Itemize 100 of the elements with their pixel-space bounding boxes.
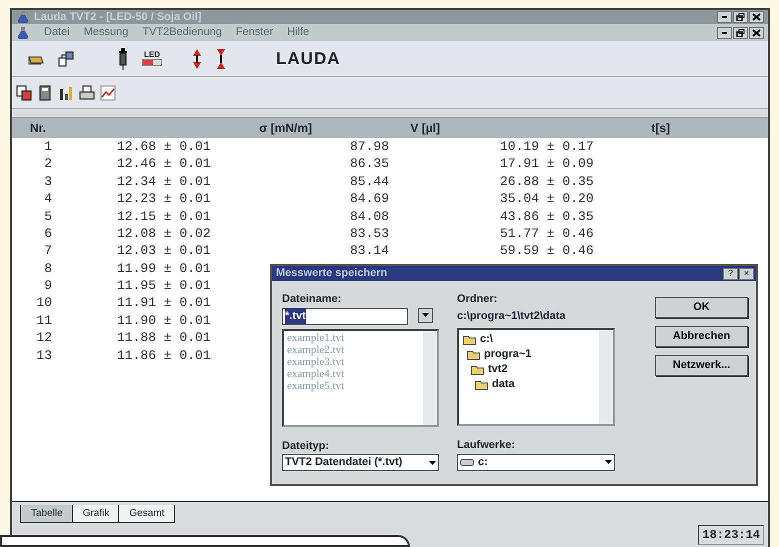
field-label: Dateiname: <box>282 292 342 307</box>
help-button[interactable]: ? <box>723 268 738 280</box>
table-cell-text: 13 <box>36 346 52 365</box>
folder-item[interactable]: data <box>463 377 609 392</box>
folder-icon <box>471 364 485 375</box>
table-cell: 11.86 ± 0.01 <box>117 348 211 363</box>
table-cell: 17.91 ± 0.09 <box>500 156 594 172</box>
restore-icon <box>736 28 745 36</box>
folder-icon <box>463 334 477 345</box>
double-arrow-icon[interactable] <box>216 48 226 70</box>
drive-select[interactable]: c: <box>457 454 615 470</box>
table-cell-text: 5 <box>44 208 52 226</box>
app-flask-icon <box>16 26 30 40</box>
field-label: Ordner: <box>457 292 498 307</box>
table-cell-text: 2 <box>44 155 52 174</box>
table-cell: 83.14 <box>350 243 390 258</box>
window-title: Lauda TVT2 - [LED-50 / Soja Oil] <box>34 10 202 25</box>
restore-button[interactable] <box>733 26 748 38</box>
tab[interactable]: Gesamt <box>118 505 176 523</box>
table-cell-text: 6 <box>44 224 52 243</box>
restore-icon <box>736 13 745 21</box>
caret-icon <box>422 313 429 317</box>
column-header: t[s] <box>650 120 670 137</box>
double-arrow-icon[interactable] <box>192 48 202 70</box>
table-cell-text: 4 <box>44 190 52 208</box>
table-cell: 12.68 ± 0.01 <box>117 138 211 154</box>
table-cell: 12.34 ± 0.01 <box>117 174 211 189</box>
folder-item[interactable]: progra~1 <box>463 347 609 362</box>
dialog-button[interactable]: OK <box>655 297 748 318</box>
led-label: LED <box>144 51 160 59</box>
drive-icon <box>460 458 474 466</box>
export-icon[interactable] <box>58 50 74 66</box>
scrollbar[interactable] <box>599 330 613 424</box>
filename-field[interactable]: *.tvt <box>282 308 408 324</box>
chart-bars-icon[interactable] <box>58 84 74 100</box>
table-cell: 11.91 ± 0.01 <box>117 295 211 310</box>
minimize-button[interactable] <box>717 11 732 23</box>
tab[interactable]: Grafik <box>72 505 120 523</box>
dialog-button[interactable]: Abbrechen <box>655 326 748 347</box>
folder-icon <box>475 379 489 390</box>
column-header: σ [mN/m] <box>258 120 312 137</box>
table-cell: 11.88 ± 0.01 <box>117 330 211 346</box>
table-cell: 43.86 ± 0.35 <box>500 208 594 224</box>
table-cell: 35.04 ± 0.20 <box>500 191 594 206</box>
minimize-icon <box>722 16 727 18</box>
table-cell-text: 9 <box>44 277 52 296</box>
table-cell-text: 11 <box>36 312 52 330</box>
table-cell: 11.95 ± 0.01 <box>117 278 211 294</box>
table-cell-text: 3 <box>44 172 52 191</box>
folder-item[interactable]: c:\ <box>463 332 609 347</box>
folder-path: c:\progra~1\tvt2\data <box>457 308 567 324</box>
dialog-button[interactable]: Netzwerk... <box>655 355 748 376</box>
app-flask-icon <box>16 10 30 24</box>
table-cell: 12.03 ± 0.01 <box>117 243 211 258</box>
table-cell-text: 8 <box>44 260 52 278</box>
table-cell: 10.19 ± 0.17 <box>500 138 594 154</box>
minimize-button[interactable] <box>717 26 732 38</box>
led-button[interactable]: LED <box>142 51 162 66</box>
table-cell: 59.59 ± 0.46 <box>500 243 594 258</box>
close-button[interactable] <box>749 11 764 23</box>
close-icon <box>752 13 761 21</box>
field-label: Dateityp: <box>282 438 330 454</box>
table-cell: 26.88 ± 0.35 <box>500 174 594 189</box>
folder-icon <box>467 349 481 360</box>
restore-button[interactable] <box>733 11 748 23</box>
dropdown-button[interactable] <box>418 308 433 322</box>
table-cell-text: 12 <box>36 329 52 348</box>
caret-icon <box>429 460 436 464</box>
table-cell-text: 10 <box>36 294 52 312</box>
caret-icon <box>605 460 612 464</box>
brand-logo: LAUDA <box>276 48 340 70</box>
led-bar-icon <box>142 59 162 66</box>
table-cell: 12.08 ± 0.02 <box>117 226 211 241</box>
table-cell: 11.90 ± 0.01 <box>117 312 211 328</box>
table-cell: 83.53 <box>350 226 390 241</box>
table-cell: 84.08 <box>350 208 390 224</box>
close-icon <box>752 28 761 36</box>
syringe-icon[interactable] <box>118 46 128 70</box>
calculator-icon[interactable] <box>37 84 53 100</box>
table-cell: 11.99 ± 0.01 <box>117 260 211 276</box>
column-header: V [µl] <box>409 120 440 137</box>
filetype-select[interactable]: TVT2 Datendatei (*.tvt) <box>282 454 439 471</box>
scrollbar[interactable] <box>423 330 437 424</box>
line-chart-icon[interactable] <box>100 84 116 100</box>
table-cell: 87.98 <box>350 138 390 154</box>
printer-icon[interactable] <box>79 84 95 100</box>
tab[interactable]: Tabelle <box>20 505 74 523</box>
table-cell: 85.44 <box>350 174 390 189</box>
close-button[interactable]: × <box>739 268 754 280</box>
field-label: Laufwerke: <box>457 438 516 453</box>
table-cell: 12.46 ± 0.01 <box>117 156 211 172</box>
copy-icon[interactable] <box>16 84 32 100</box>
table-cell: 51.77 ± 0.46 <box>500 226 594 241</box>
column-header: Nr. <box>29 120 48 137</box>
table-cell: 12.15 ± 0.01 <box>117 208 211 224</box>
close-button[interactable] <box>749 26 764 38</box>
status-clock: 18:23:14 <box>698 525 764 545</box>
table-cell: 84.69 <box>350 191 390 206</box>
folder-item[interactable]: tvt2 <box>463 362 609 377</box>
table-cell-text: 7 <box>44 242 52 260</box>
